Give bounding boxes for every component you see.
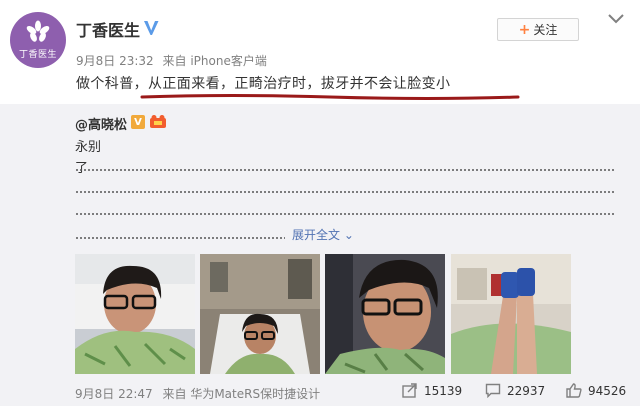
follow-button[interactable]: + 关注 <box>497 18 579 41</box>
text-dots <box>75 190 615 194</box>
thumbs-up-icon <box>566 383 582 398</box>
share-button[interactable]: 15139 <box>402 383 462 398</box>
comment-count: 22937 <box>507 383 546 398</box>
share-count: 15139 <box>424 383 463 398</box>
chevron-down-icon[interactable] <box>608 14 624 24</box>
plus-icon: + <box>518 21 531 38</box>
verified-badge: V <box>131 115 145 129</box>
post-timestamp[interactable]: 9月8日 23:32 <box>76 54 154 68</box>
repost-source: 来自 华为MateRS保时捷设计 <box>162 387 321 401</box>
repost-author[interactable]: @高晓松 <box>75 114 127 133</box>
like-button[interactable]: 94526 <box>566 383 626 398</box>
like-count: 94526 <box>588 383 627 398</box>
share-icon <box>402 383 417 398</box>
text-dots <box>75 212 615 216</box>
post-source: 来自 iPhone客户端 <box>162 54 267 68</box>
text-dots <box>75 168 615 172</box>
avatar-label: 丁香医生 <box>18 50 57 60</box>
post-meta: 9月8日 23:32 来自 iPhone客户端 <box>76 52 272 69</box>
underline-annotation <box>140 94 520 100</box>
verified-icon <box>144 21 159 35</box>
repost-text-line: 永别 <box>75 140 102 155</box>
avatar[interactable]: 丁香医生 <box>10 12 66 68</box>
repost-text-line: 了 <box>75 157 88 176</box>
follow-label: 关注 <box>533 23 558 37</box>
text-dots <box>75 236 285 240</box>
photo-thumbnail[interactable] <box>325 254 445 374</box>
member-badge-icon <box>150 115 166 128</box>
repost-timestamp[interactable]: 9月8日 22:47 <box>75 387 153 401</box>
comment-icon <box>485 383 501 398</box>
photo-thumbnail[interactable] <box>200 254 320 374</box>
repost-meta: 9月8日 22:47 来自 华为MateRS保时捷设计 <box>75 385 326 402</box>
expand-label: 展开全文 <box>292 228 341 242</box>
post-text: 做个科普，从正面来看，正畸治疗时，拔牙并不会让脸变小 <box>76 76 451 92</box>
comment-button[interactable]: 22937 <box>485 383 545 398</box>
expand-link[interactable]: 展开全文 ⌄ <box>292 226 354 243</box>
photo-thumbnail[interactable] <box>451 254 571 374</box>
photo-thumbnail[interactable] <box>75 254 195 374</box>
author-name[interactable]: 丁香医生 <box>76 17 140 41</box>
chevron-down-icon: ⌄ <box>343 228 354 242</box>
flower-icon <box>26 20 50 42</box>
